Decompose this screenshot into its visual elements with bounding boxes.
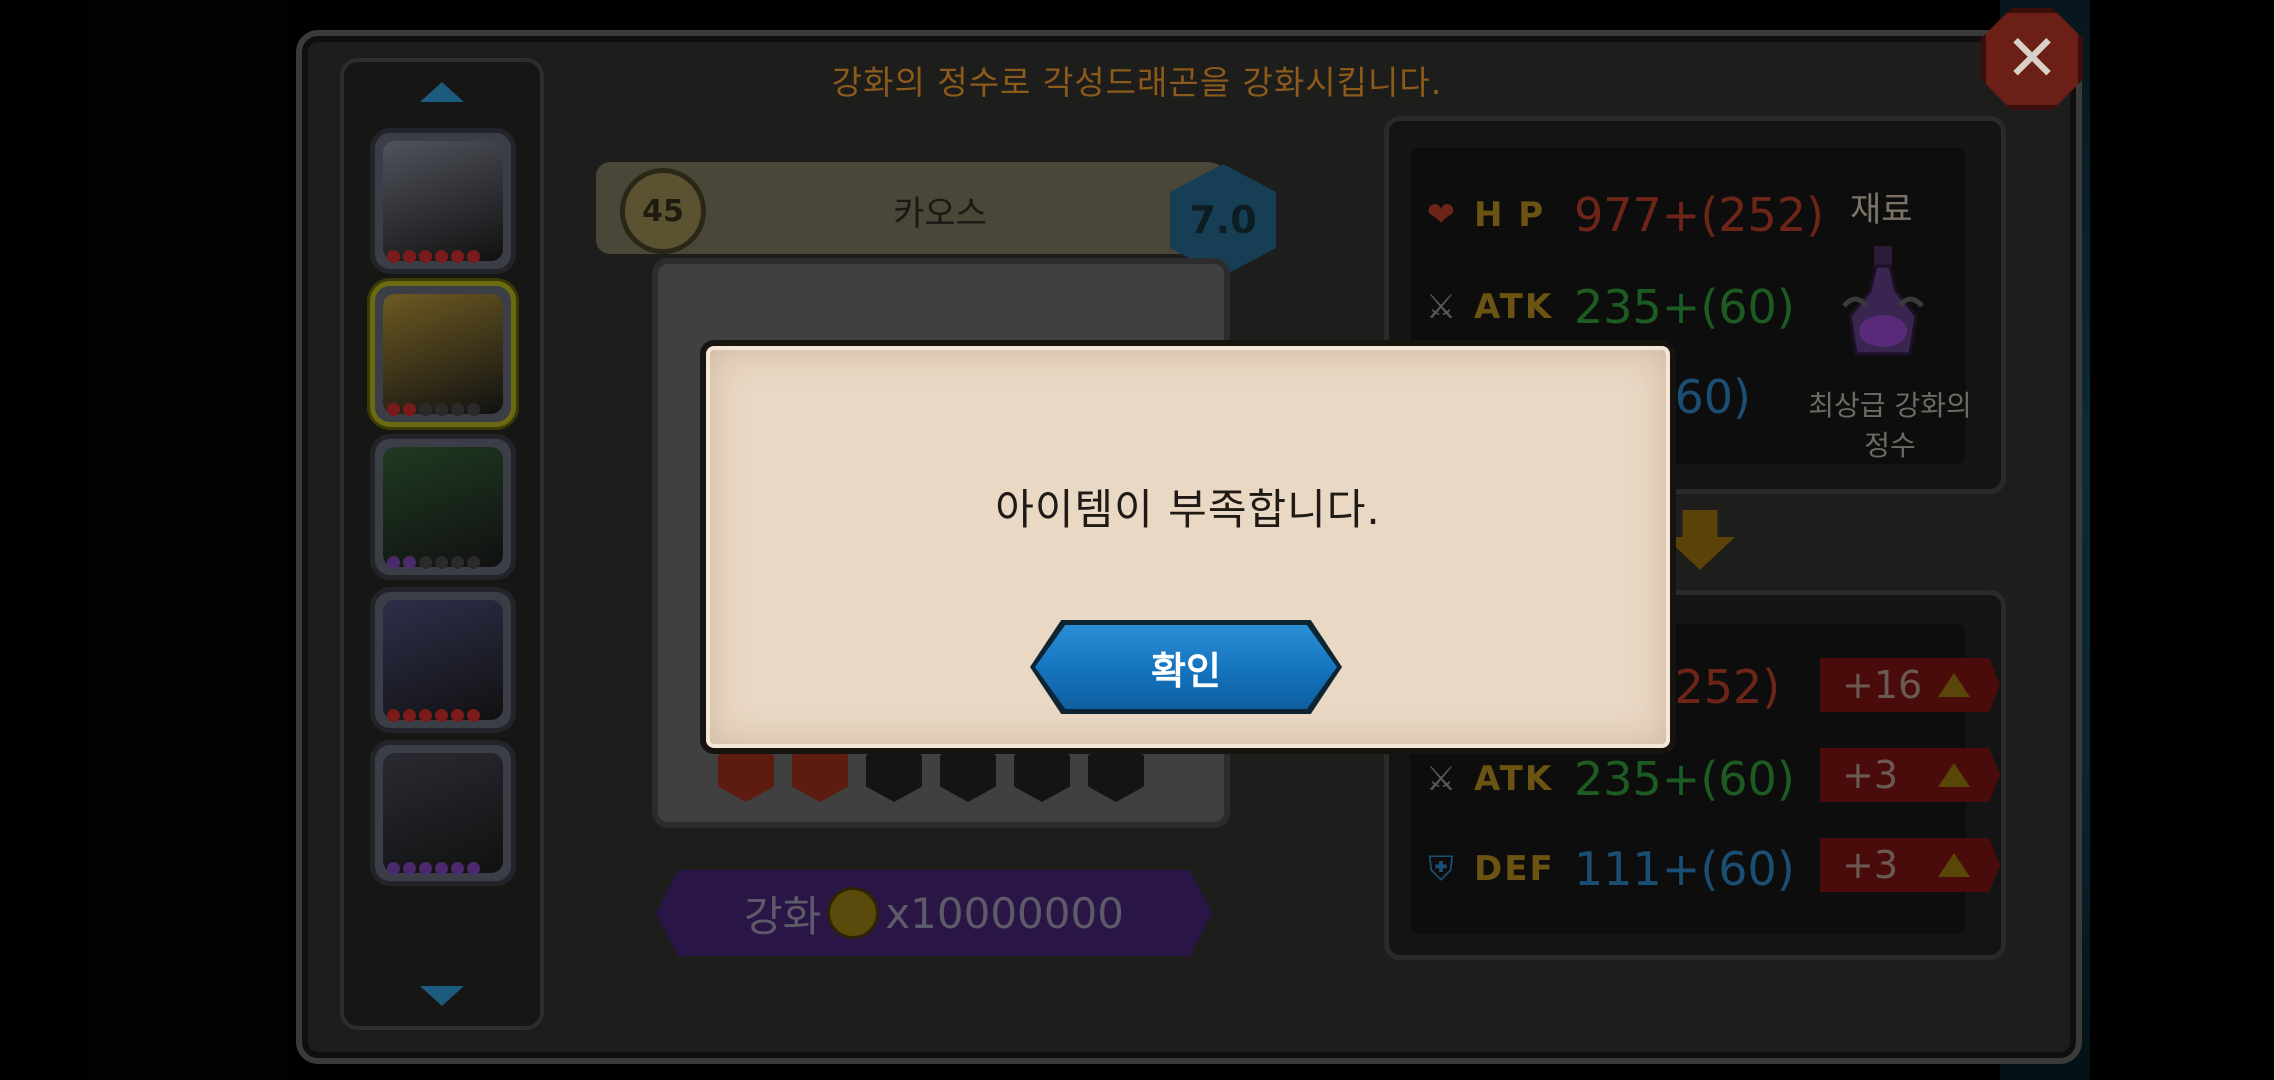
enhance-label: 강화	[744, 891, 822, 941]
def-increase-badge: +3	[1820, 838, 2000, 892]
star-icon	[435, 403, 448, 416]
star-icon	[419, 556, 432, 569]
star-icon	[451, 709, 464, 722]
star-icon	[387, 862, 400, 875]
close-button[interactable]: ✕	[1981, 8, 2083, 110]
hp-value: 977+(252)	[1574, 188, 1825, 242]
dragon-portrait-icon	[383, 447, 503, 567]
star-icon	[403, 403, 416, 416]
confirm-button-label: 확인	[1151, 648, 1221, 693]
dragon-slot-2[interactable]	[370, 281, 516, 427]
close-icon: ✕	[2005, 22, 2059, 96]
star-icon	[451, 250, 464, 263]
gold-coin-icon	[827, 887, 880, 939]
current-atk-row: ⚔ ATK 235+(60)	[1418, 280, 1795, 334]
star-icon	[387, 709, 400, 722]
dragon-slot-4[interactable]	[370, 587, 516, 733]
next-def-label: DEF	[1474, 849, 1555, 889]
material-name-line2: 정수	[1864, 429, 1916, 462]
star-rating	[387, 862, 480, 875]
dragon-portrait-icon	[383, 600, 503, 720]
scroll-down-icon[interactable]	[420, 986, 464, 1006]
atk-value: 235+(60)	[1574, 280, 1795, 334]
star-icon	[419, 250, 432, 263]
star-icon	[451, 862, 464, 875]
dragon-portrait-icon	[383, 141, 503, 261]
next-def-row: ⛨ DEF 111+(60)	[1418, 842, 1795, 896]
confirm-button[interactable]: 확인	[1030, 620, 1342, 714]
star-icon	[467, 556, 480, 569]
star-icon	[387, 250, 400, 263]
dragon-slot-3[interactable]	[370, 434, 516, 580]
star-icon	[435, 862, 448, 875]
star-rating	[387, 250, 480, 263]
hp-increase-badge: +16	[1820, 658, 2000, 712]
star-icon	[387, 556, 400, 569]
dragon-level-badge: 45	[620, 168, 706, 254]
next-atk-row: ⚔ ATK 235+(60)	[1418, 752, 1795, 806]
star-icon	[451, 556, 464, 569]
star-icon	[435, 709, 448, 722]
shield-icon: ⛨	[1428, 849, 1454, 889]
star-icon	[467, 403, 480, 416]
star-rating	[387, 403, 480, 416]
dialog-message: 아이템이 부족합니다.	[995, 485, 1381, 534]
star-icon	[403, 556, 416, 569]
next-def-value: 111+(60)	[1574, 842, 1795, 896]
arrow-up-icon	[1938, 853, 1970, 877]
star-icon	[451, 403, 464, 416]
star-icon	[467, 709, 480, 722]
material-name: 최상급 강화의 정수	[1800, 386, 1980, 466]
arrow-up-icon	[1938, 673, 1970, 697]
material-title: 재료	[1850, 190, 1913, 230]
enhance-essence-potion-icon	[1842, 246, 1924, 356]
star-icon	[403, 862, 416, 875]
next-atk-label: ATK	[1474, 759, 1554, 799]
arrow-up-icon	[1938, 763, 1970, 787]
hp-label: H P	[1474, 195, 1546, 235]
star-icon	[467, 250, 480, 263]
swords-icon: ⚔	[1425, 287, 1457, 327]
star-icon	[435, 556, 448, 569]
heart-icon: ❤	[1426, 195, 1456, 235]
current-hp-row: ❤ H P 977+(252)	[1418, 188, 1824, 242]
swords-icon: ⚔	[1425, 759, 1457, 799]
enhance-button[interactable]: 강화 x10000000	[656, 870, 1212, 956]
dragon-name: 카오스	[893, 194, 987, 234]
star-icon	[435, 250, 448, 263]
dragon-slot-5[interactable]	[370, 740, 516, 886]
star-icon	[403, 709, 416, 722]
def-increase: +3	[1842, 843, 1899, 887]
star-icon	[419, 709, 432, 722]
dragon-portrait-icon	[383, 753, 503, 873]
star-icon	[419, 862, 432, 875]
star-rating	[387, 709, 480, 722]
atk-increase-badge: +3	[1820, 748, 2000, 802]
atk-label: ATK	[1474, 287, 1554, 327]
star-icon	[387, 403, 400, 416]
background-left	[88, 0, 288, 1080]
scroll-up-icon[interactable]	[420, 82, 464, 102]
enhance-cost: x10000000	[885, 888, 1124, 938]
dragon-slot-1[interactable]	[370, 128, 516, 274]
dragon-portrait-icon	[383, 294, 503, 414]
dragon-list[interactable]	[340, 58, 544, 1030]
star-rating	[387, 556, 480, 569]
material-name-line1: 최상급 강화의	[1808, 389, 1972, 422]
star-icon	[467, 862, 480, 875]
alert-dialog: 아이템이 부족합니다. 확인	[700, 340, 1676, 754]
star-icon	[403, 250, 416, 263]
atk-increase: +3	[1842, 753, 1899, 797]
next-atk-value: 235+(60)	[1574, 752, 1795, 806]
hp-increase: +16	[1842, 663, 1923, 707]
star-icon	[419, 403, 432, 416]
